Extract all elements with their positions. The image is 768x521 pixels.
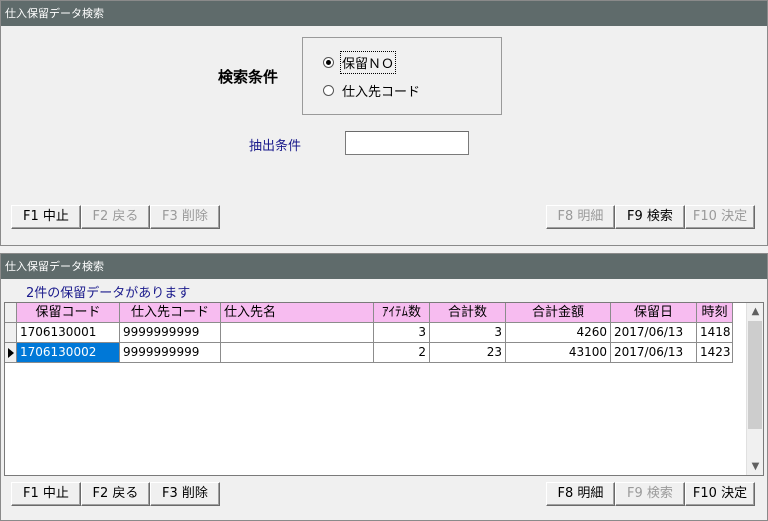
scrollbar-thumb[interactable] [748,321,762,429]
extract-condition-label: 抽出条件 [249,139,302,154]
row-header-current[interactable] [5,343,17,363]
row-header[interactable] [5,323,17,343]
search-panel-title: 仕入保留データ検索 [1,1,767,26]
col-header-total-amount[interactable]: 合計金額 [506,303,611,323]
bottom-f8-detail-button[interactable]: F8 明細 [546,482,615,506]
cell-items[interactable]: 2 [374,343,430,363]
col-header-time[interactable]: 時刻 [697,303,733,323]
current-row-arrow-icon [8,348,14,358]
cell-total-amount[interactable]: 4260 [506,323,611,343]
cell-supplier-code[interactable]: 9999999999 [120,343,221,363]
top-f1-cancel-button[interactable]: F1 中止 [11,205,81,229]
col-header-date[interactable]: 保留日 [611,303,697,323]
scroll-up-arrow-icon[interactable]: ▲ [747,303,763,320]
table-row[interactable]: 1706130001 9999999999 3 3 4260 2017/06/1… [5,323,733,343]
result-panel-title: 仕入保留データ検索 [1,254,767,279]
top-f9-search-button[interactable]: F9 検索 [615,205,685,229]
col-header-items[interactable]: ｱｲﾃﾑ数 [374,303,430,323]
radio-supplier-code-button[interactable] [323,85,334,96]
cell-date[interactable]: 2017/06/13 [611,343,697,363]
cell-supplier-code[interactable]: 9999999999 [120,323,221,343]
grid-corner [5,303,17,323]
cell-code[interactable]: 1706130002 [17,343,120,363]
top-f10-confirm-button[interactable]: F10 決定 [685,205,755,229]
radio-hold-no-label[interactable]: 保留ＮＯ [339,51,397,74]
result-count-message: 2件の保留データがあります [26,286,191,301]
cell-supplier-name[interactable] [221,323,374,343]
bottom-f10-confirm-button[interactable]: F10 決定 [685,482,755,506]
col-header-supplier-name[interactable]: 仕入先名 [221,303,374,323]
cell-date[interactable]: 2017/06/13 [611,323,697,343]
top-f2-back-button[interactable]: F2 戻る [81,205,150,229]
search-condition-label: 検索条件 [218,68,279,86]
result-grid[interactable]: 保留コード 仕入先コード 仕入先名 ｱｲﾃﾑ数 合計数 合計金額 保留日 時刻 … [4,302,764,476]
bottom-f2-back-button[interactable]: F2 戻る [81,482,150,506]
scroll-down-arrow-icon[interactable]: ▼ [747,458,763,475]
col-header-supplier-code[interactable]: 仕入先コード [120,303,221,323]
cell-time[interactable]: 1418 [697,323,733,343]
bottom-f9-search-button[interactable]: F9 検索 [615,482,685,506]
top-f8-detail-button[interactable]: F8 明細 [546,205,615,229]
search-mode-group: 保留ＮＯ 仕入先コード [302,37,502,115]
table-row-selected[interactable]: 1706130002 9999999999 2 23 43100 2017/06… [5,343,733,363]
grid-vertical-scrollbar[interactable]: ▲ ▼ [746,303,763,475]
cell-total-qty[interactable]: 23 [430,343,506,363]
bottom-f1-cancel-button[interactable]: F1 中止 [11,482,81,506]
cell-total-qty[interactable]: 3 [430,323,506,343]
cell-items[interactable]: 3 [374,323,430,343]
cell-total-amount[interactable]: 43100 [506,343,611,363]
cell-supplier-name[interactable] [221,343,374,363]
cell-code[interactable]: 1706130001 [17,323,120,343]
col-header-code[interactable]: 保留コード [17,303,120,323]
col-header-total-qty[interactable]: 合計数 [430,303,506,323]
radio-hold-no-button[interactable] [323,57,334,68]
grid-header-row: 保留コード 仕入先コード 仕入先名 ｱｲﾃﾑ数 合計数 合計金額 保留日 時刻 [5,303,733,323]
radio-hold-no[interactable]: 保留ＮＯ [323,51,397,74]
extract-condition-input[interactable] [345,131,469,155]
top-f3-delete-button[interactable]: F3 削除 [150,205,220,229]
radio-supplier-code[interactable]: 仕入先コード [323,81,420,100]
cell-time[interactable]: 1423 [697,343,733,363]
radio-supplier-code-label[interactable]: 仕入先コード [342,81,420,100]
bottom-f3-delete-button[interactable]: F3 削除 [150,482,220,506]
